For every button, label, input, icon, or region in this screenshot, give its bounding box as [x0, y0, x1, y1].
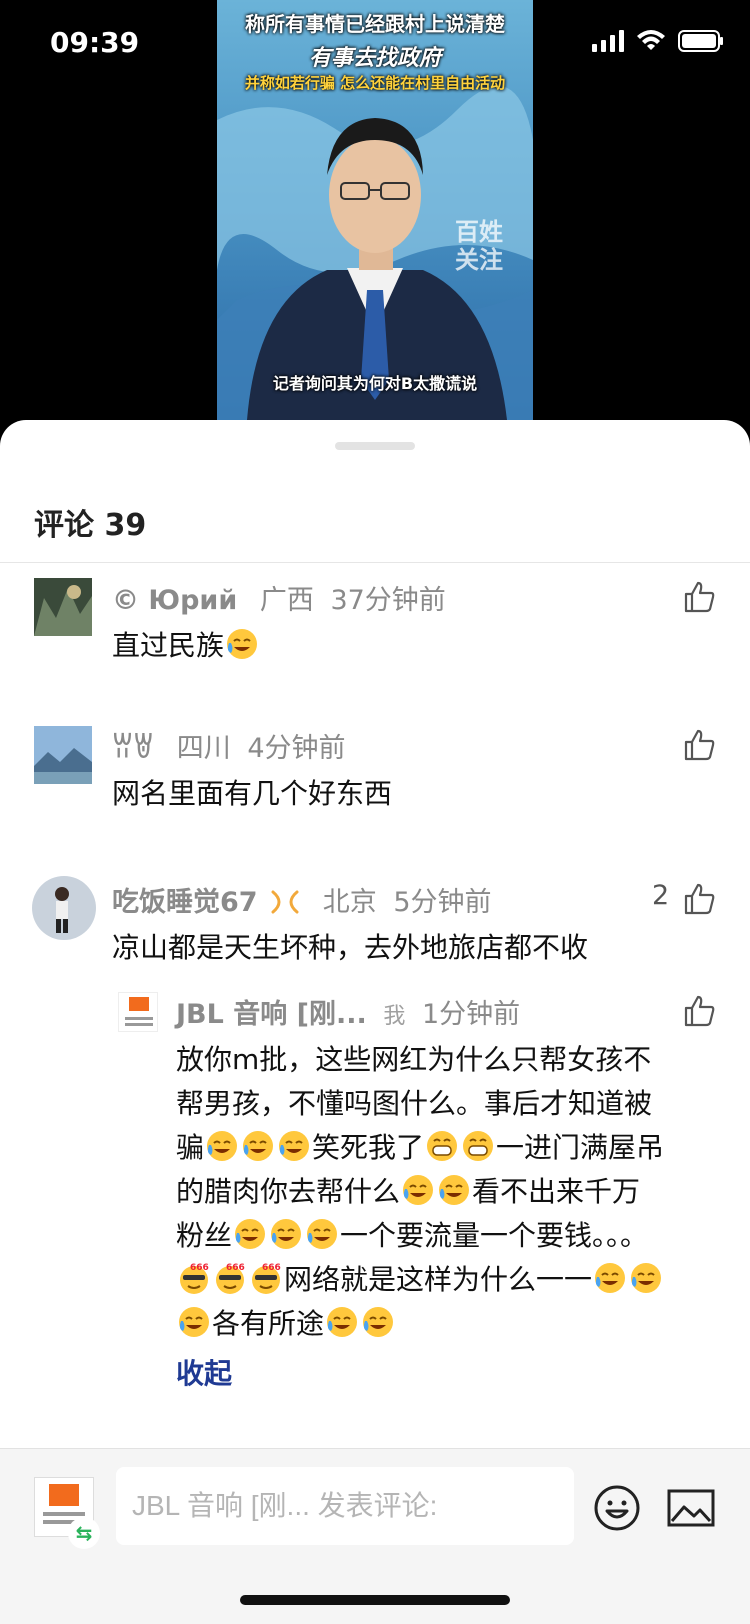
comment-meta: ꀕꇐ 四川 4分钟前 [112, 726, 346, 765]
comment-time: 37分钟前 [330, 585, 446, 616]
like-icon[interactable] [682, 728, 716, 762]
svg-text:666: 666 [262, 1263, 281, 1273]
laugh-cry-emoji-icon [207, 1131, 238, 1161]
sheet-grab-handle[interactable] [335, 442, 415, 450]
image-picker-icon[interactable] [666, 1483, 716, 1533]
avatar-image [32, 876, 96, 940]
grin-emoji-icon [427, 1131, 458, 1161]
comment-meta: 吃饭睡觉67 北京 5分钟前 [112, 880, 492, 919]
comment-location: 四川 [176, 733, 231, 764]
comment-item[interactable]: 吃饭睡觉67 北京 5分钟前 2 凉山都是天生坏种，去外地旅店都不收 JBL 音… [0, 876, 750, 1400]
comment-item[interactable]: © Юрий 广西 37分钟前 直过民族 [0, 578, 750, 698]
divider [0, 562, 750, 563]
comments-sheet: 评论 39 © Юрий 广西 37分钟前 直过民族 ꀕꇐ 四川 4分钟前 网名… [0, 420, 750, 1624]
avatar[interactable] [32, 876, 96, 940]
comment-location: 北京 [322, 887, 377, 918]
laugh-cry-emoji-icon [279, 1131, 310, 1161]
laugh-cry-emoji-icon [235, 1219, 266, 1249]
comment-author[interactable]: © Юрий [112, 585, 237, 616]
laugh-cry-emoji-icon [179, 1307, 209, 1337]
like-icon[interactable] [682, 580, 716, 614]
wifi-icon [637, 30, 665, 50]
collapse-reply-link[interactable]: 收起 [176, 1352, 232, 1392]
comment-text: 直过民族 [112, 624, 260, 668]
comment-time: 5分钟前 [393, 887, 492, 918]
svg-text:666: 666 [226, 1263, 245, 1273]
video-subtitle: 记者询问其为何对B太撒谎说 [272, 374, 478, 393]
laugh-cry-emoji-icon [327, 1307, 358, 1337]
laugh-cry-emoji-icon [403, 1175, 434, 1205]
grin-emoji-icon [463, 1131, 494, 1161]
laugh-cry-emoji-icon [631, 1263, 662, 1293]
vip-badge-icon [271, 890, 299, 914]
laugh-cry-emoji-icon [595, 1263, 626, 1293]
comment-author[interactable]: 吃饭睡觉67 [112, 887, 258, 918]
comments-title: 评论 39 [34, 508, 147, 543]
avatar-image [34, 726, 92, 784]
reply-author[interactable]: JBL 音响 [刚... [176, 999, 367, 1030]
comment-author[interactable]: ꀕꇐ [112, 733, 154, 764]
video-player[interactable]: 称所有事情已经跟村上说清楚 有事去找政府 并称如若行骗 怎么还能在村里自由活动 … [0, 0, 750, 430]
reply-avatar[interactable] [118, 992, 158, 1032]
status-bar: 09:39 [0, 0, 750, 90]
reply-meta: JBL 音响 [刚... 我 1分钟前 [176, 992, 520, 1031]
like-icon[interactable] [682, 994, 716, 1028]
laugh-cry-emoji-icon [439, 1175, 470, 1205]
svg-text:666: 666 [190, 1263, 209, 1273]
emoji-picker-icon[interactable] [592, 1483, 642, 1533]
reply-item[interactable]: JBL 音响 [刚... 我 1分钟前 放你m批，这些网红为什么只帮女孩不 帮男… [0, 992, 750, 1392]
comment-text: 凉山都是天生坏种，去外地旅店都不收 [112, 931, 589, 964]
avatar-image [34, 578, 92, 636]
laugh-cry-emoji-icon [271, 1219, 302, 1249]
laugh-cry-emoji-icon [363, 1307, 394, 1337]
jbl-logo-icon [125, 997, 153, 1026]
comment-meta: © Юрий 广西 37分钟前 [112, 578, 446, 617]
comment-input-bar: ⇆ [0, 1448, 750, 1624]
me-tag: 我 [383, 1004, 406, 1029]
comment-input[interactable] [116, 1467, 574, 1545]
smirk-666-emoji-icon: 666 [252, 1263, 281, 1294]
avatar[interactable] [34, 578, 92, 636]
laugh-cry-emoji-icon [243, 1131, 274, 1161]
avatar[interactable] [34, 726, 92, 784]
battery-icon [678, 30, 723, 52]
laugh-cry-emoji-icon [227, 629, 258, 659]
smirk-666-emoji-icon: 666 [216, 1263, 245, 1294]
reply-text: 放你m批，这些网红为什么只帮女孩不 帮男孩，不懂吗图什么。事后才知道被 骗笑死我… [176, 1043, 665, 1340]
home-indicator [240, 1595, 510, 1605]
laugh-cry-emoji-icon [307, 1219, 338, 1249]
smirk-666-emoji-icon: 666 [180, 1263, 209, 1294]
like-count: 2 [652, 880, 670, 911]
reply-time: 1分钟前 [421, 999, 521, 1030]
cellular-signal-icon [592, 30, 624, 52]
like-icon[interactable] [682, 882, 716, 916]
comment-location: 广西 [259, 585, 314, 616]
channel-watermark: 百姓 关注 [455, 218, 503, 274]
switch-account-icon[interactable]: ⇆ [68, 1517, 100, 1549]
status-icons [592, 30, 724, 52]
status-time: 09:39 [50, 26, 140, 59]
comment-item[interactable]: ꀕꇐ 四川 4分钟前 网名里面有几个好东西 [0, 726, 750, 846]
comment-text: 网名里面有几个好东西 [112, 777, 393, 810]
comment-time: 4分钟前 [247, 733, 346, 764]
